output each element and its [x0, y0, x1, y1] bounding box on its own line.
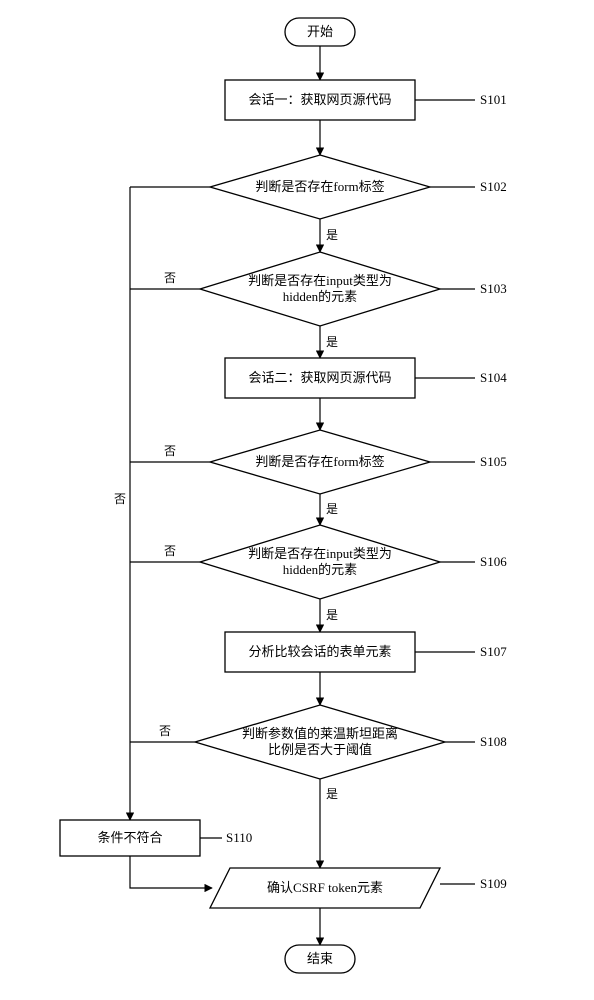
text-s105: 判断是否存在form标签: [255, 454, 384, 469]
node-s102: 判断是否存在form标签: [210, 155, 430, 219]
edge-n105-no-label: 否: [164, 444, 176, 458]
node-s106: 判断是否存在input类型为 hidden的元素: [200, 525, 440, 599]
label-s105: S105: [480, 454, 507, 469]
text-s103-l2: hidden的元素: [283, 289, 357, 304]
text-s106-l2: hidden的元素: [283, 562, 357, 577]
text-s107: 分析比较会话的表单元素: [248, 644, 391, 659]
edge-n108-yes-label: 是: [326, 787, 338, 801]
text-s104: 会话二：获取网页源代码: [248, 370, 391, 385]
node-s108: 判断参数值的莱温斯坦距离 比例是否大于阈值: [195, 705, 445, 779]
text-s108-l2: 比例是否大于阈值: [268, 742, 372, 757]
text-s102: 判断是否存在form标签: [255, 179, 384, 194]
label-s110: S110: [226, 830, 252, 845]
label-end: 结束: [307, 951, 333, 966]
label-s103: S103: [480, 281, 507, 296]
edge-n102-yes-label: 是: [326, 228, 338, 242]
label-s107: S107: [480, 644, 507, 659]
node-s105: 判断是否存在form标签: [210, 430, 430, 494]
edge-n103-yes-label: 是: [326, 335, 338, 349]
label-s102: S102: [480, 179, 507, 194]
node-s101: 会话一：获取网页源代码: [225, 80, 415, 120]
edge-n105-yes-label: 是: [326, 502, 338, 516]
flowchart-canvas: 开始 会话一：获取网页源代码 S101 判断是否存在form标签 S102 是 …: [0, 0, 594, 1000]
label-start: 开始: [307, 24, 333, 39]
text-s108-l1: 判断参数值的莱温斯坦距离: [242, 726, 398, 741]
node-end: 结束: [285, 945, 355, 973]
text-s103-l1: 判断是否存在input类型为: [248, 273, 392, 288]
node-s109: 确认CSRF token元素: [210, 868, 440, 908]
label-s106: S106: [480, 554, 507, 569]
text-s109: 确认CSRF token元素: [267, 880, 383, 895]
edge-n103-no-label: 否: [164, 271, 176, 285]
node-s110: 条件不符合: [60, 820, 200, 856]
node-s104: 会话二：获取网页源代码: [225, 358, 415, 398]
text-s101: 会话一：获取网页源代码: [248, 92, 391, 107]
label-s101: S101: [480, 92, 507, 107]
edge-n110-n109: [130, 856, 212, 888]
node-s103: 判断是否存在input类型为 hidden的元素: [200, 252, 440, 326]
label-s109: S109: [480, 876, 507, 891]
label-s108: S108: [480, 734, 507, 749]
text-s106-l1: 判断是否存在input类型为: [248, 546, 392, 561]
edge-n106-yes-label: 是: [326, 608, 338, 622]
text-s110: 条件不符合: [97, 830, 162, 845]
edge-n106-no-label: 否: [164, 544, 176, 558]
node-start: 开始: [285, 18, 355, 46]
edge-n108-no-label: 否: [159, 724, 171, 738]
node-s107: 分析比较会话的表单元素: [225, 632, 415, 672]
label-s104: S104: [480, 370, 507, 385]
no-bus-label: 否: [114, 492, 126, 506]
